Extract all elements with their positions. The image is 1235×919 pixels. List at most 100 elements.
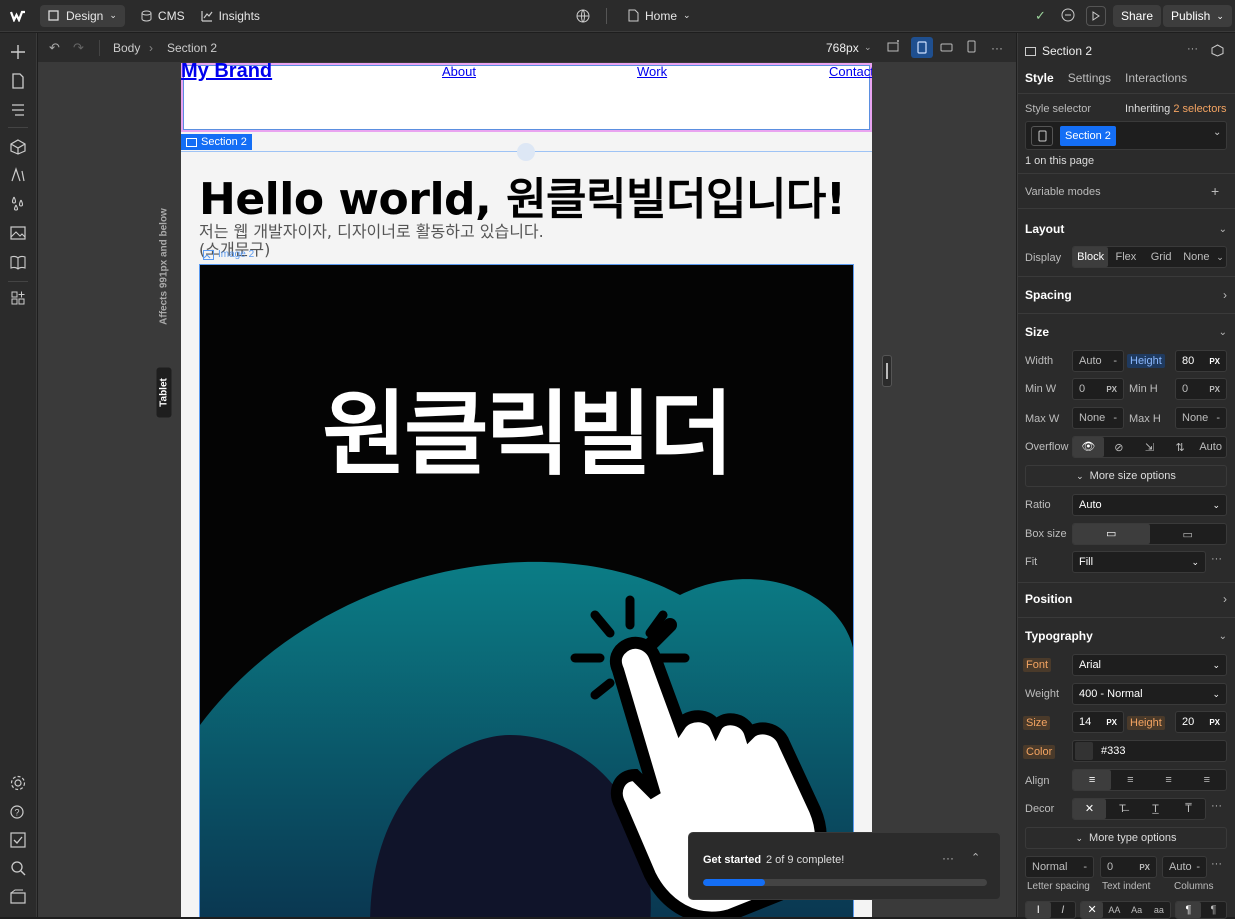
more-options-icon[interactable]: ··· — [1211, 858, 1222, 870]
text-indent-unit[interactable]: PX — [1139, 863, 1150, 872]
overflow-clip-icon[interactable]: ⇅ — [1165, 441, 1196, 454]
strikethrough-icon[interactable]: T̶ — [1106, 803, 1139, 815]
overflow-visible-icon[interactable]: 👁 — [1073, 437, 1104, 457]
align-right-icon[interactable]: ≡ — [1150, 774, 1188, 786]
spacing-section-header[interactable]: Spacing › — [1025, 288, 1227, 302]
add-icon[interactable]: + — [1211, 183, 1219, 199]
text-indent-field[interactable]: 0 PX — [1100, 856, 1157, 878]
more-options-icon[interactable]: ··· — [1187, 43, 1198, 55]
insights-button[interactable]: Insights — [193, 5, 268, 27]
font-size-unit[interactable]: PX — [1106, 718, 1117, 727]
nav-work[interactable]: Work — [637, 64, 667, 79]
search-icon[interactable] — [9, 859, 27, 877]
line-height-field[interactable]: 20 PX — [1175, 711, 1227, 733]
color-field[interactable]: #333 — [1072, 740, 1227, 762]
cms-button[interactable]: CMS — [133, 5, 193, 27]
redo-icon[interactable]: ↷ — [73, 40, 84, 56]
case-none-icon[interactable]: ✕ — [1081, 902, 1104, 918]
chevron-down-icon[interactable]: ⌄ — [1213, 127, 1221, 138]
size-section-header[interactable]: Size ⌄ — [1025, 325, 1227, 339]
apps-icon[interactable] — [9, 289, 27, 307]
border-box-icon[interactable]: ▭ — [1073, 524, 1150, 544]
styles-drops-icon[interactable] — [9, 194, 27, 212]
image-tag[interactable]: Image 2 — [203, 249, 254, 260]
ratio-select[interactable]: Auto ⌄ — [1072, 494, 1227, 516]
more-options-icon[interactable]: ··· — [1211, 800, 1222, 812]
component-icon[interactable] — [1211, 44, 1224, 60]
chevron-down-icon[interactable]: ⌄ — [1214, 252, 1226, 263]
globe-icon[interactable] — [576, 9, 590, 26]
check-icon[interactable]: ✓ — [1035, 8, 1046, 24]
case-capitalize[interactable]: Aa — [1126, 905, 1148, 915]
more-options-icon[interactable]: ··· — [1211, 553, 1222, 565]
breadcrumb-section[interactable]: Section 2 — [167, 41, 217, 55]
display-grid[interactable]: Grid — [1144, 251, 1179, 263]
columns-field[interactable]: Auto - — [1162, 856, 1207, 878]
height-unit[interactable]: PX — [1209, 357, 1220, 366]
nav-about[interactable]: About — [442, 64, 476, 79]
variables-icon[interactable] — [9, 166, 27, 184]
pages-icon[interactable] — [9, 72, 27, 90]
underline-icon[interactable]: T̲ — [1139, 803, 1172, 815]
nav-contact[interactable]: Contact — [829, 64, 872, 79]
canvas-width[interactable]: 768px — [826, 41, 859, 55]
design-mode-button[interactable]: Design ⌄ — [40, 4, 125, 27]
align-center-icon[interactable]: ≡ — [1111, 774, 1149, 786]
align-justify-icon[interactable]: ≡ — [1188, 774, 1226, 786]
comment-icon[interactable] — [1061, 8, 1075, 25]
letter-spacing-field[interactable]: Normal - — [1025, 856, 1094, 878]
font-size-field[interactable]: 14 PX — [1072, 711, 1124, 733]
chevron-down-icon[interactable]: ⌄ — [864, 42, 872, 53]
publish-button[interactable]: Publish ⌄ — [1163, 5, 1232, 27]
settings-gear-icon[interactable] — [9, 774, 27, 792]
case-upper[interactable]: AA — [1103, 905, 1125, 915]
content-box-icon[interactable]: ▭ — [1150, 528, 1227, 541]
brand-link[interactable]: My Brand — [181, 63, 272, 83]
line-height-unit[interactable]: PX — [1209, 718, 1220, 727]
more-options-icon[interactable]: ··· — [942, 851, 954, 865]
share-button[interactable]: Share — [1113, 5, 1162, 27]
overline-icon[interactable]: T̅ — [1172, 803, 1205, 815]
collapse-chevron-icon[interactable]: ⌃ — [971, 851, 980, 864]
selector-chip[interactable]: Section 2 — [1060, 126, 1116, 146]
section-tag[interactable]: Section 2 — [181, 134, 252, 150]
tab-interactions[interactable]: Interactions — [1125, 71, 1187, 85]
more-size-options-button[interactable]: ⌄ More size options — [1025, 465, 1227, 487]
layout-section-header[interactable]: Layout ⌄ — [1025, 222, 1227, 236]
overflow-hidden-icon[interactable]: ⊘ — [1104, 441, 1135, 454]
width-field[interactable]: Auto - — [1072, 350, 1124, 372]
assets-image-icon[interactable] — [9, 224, 27, 242]
position-section-header[interactable]: Position › — [1025, 592, 1227, 606]
case-lower[interactable]: aa — [1148, 905, 1170, 915]
overflow-scroll-icon[interactable]: ⇲ — [1134, 441, 1165, 454]
mobile-landscape-icon[interactable] — [940, 42, 953, 56]
min-h-field[interactable]: 0 PX — [1175, 378, 1227, 400]
more-type-options-button[interactable]: ⌄ More type options — [1025, 827, 1227, 849]
more-options-icon[interactable]: ··· — [991, 41, 1003, 55]
italic-on-icon[interactable]: I — [1051, 904, 1076, 916]
tab-style[interactable]: Style — [1025, 71, 1054, 85]
fit-select[interactable]: Fill ⌄ — [1072, 551, 1206, 573]
audit-check-icon[interactable] — [9, 831, 27, 849]
overflow-auto[interactable]: Auto — [1195, 441, 1226, 453]
max-w-field[interactable]: None - — [1072, 407, 1124, 429]
navbar[interactable]: My Brand About Work Contact — [181, 63, 872, 132]
onboarding-card[interactable]: Get started 2 of 9 complete! ··· ⌃ — [688, 832, 1001, 900]
italic-off-icon[interactable]: I — [1026, 902, 1051, 918]
ltr-icon[interactable]: ¶ — [1176, 902, 1201, 918]
tablet-breakpoint-icon[interactable] — [911, 37, 933, 58]
max-h-field[interactable]: None - — [1175, 407, 1227, 429]
weight-select[interactable]: 400 - Normal ⌄ — [1072, 683, 1227, 705]
navigator-icon[interactable] — [9, 101, 27, 119]
rtl-icon[interactable]: ¶ — [1201, 904, 1226, 916]
breadcrumb-body[interactable]: Body — [113, 41, 140, 55]
min-w-field[interactable]: 0 PX — [1072, 378, 1124, 400]
color-swatch[interactable] — [1075, 742, 1093, 760]
inheriting-count[interactable]: 2 selectors — [1173, 103, 1226, 115]
tab-settings[interactable]: Settings — [1068, 71, 1111, 85]
min-h-unit[interactable]: PX — [1209, 385, 1220, 394]
preview-play-icon[interactable] — [1086, 6, 1106, 26]
min-w-unit[interactable]: PX — [1106, 385, 1117, 394]
hero-image[interactable]: 원클릭빌더 — [199, 264, 854, 917]
align-left-icon[interactable]: ≡ — [1073, 770, 1112, 790]
